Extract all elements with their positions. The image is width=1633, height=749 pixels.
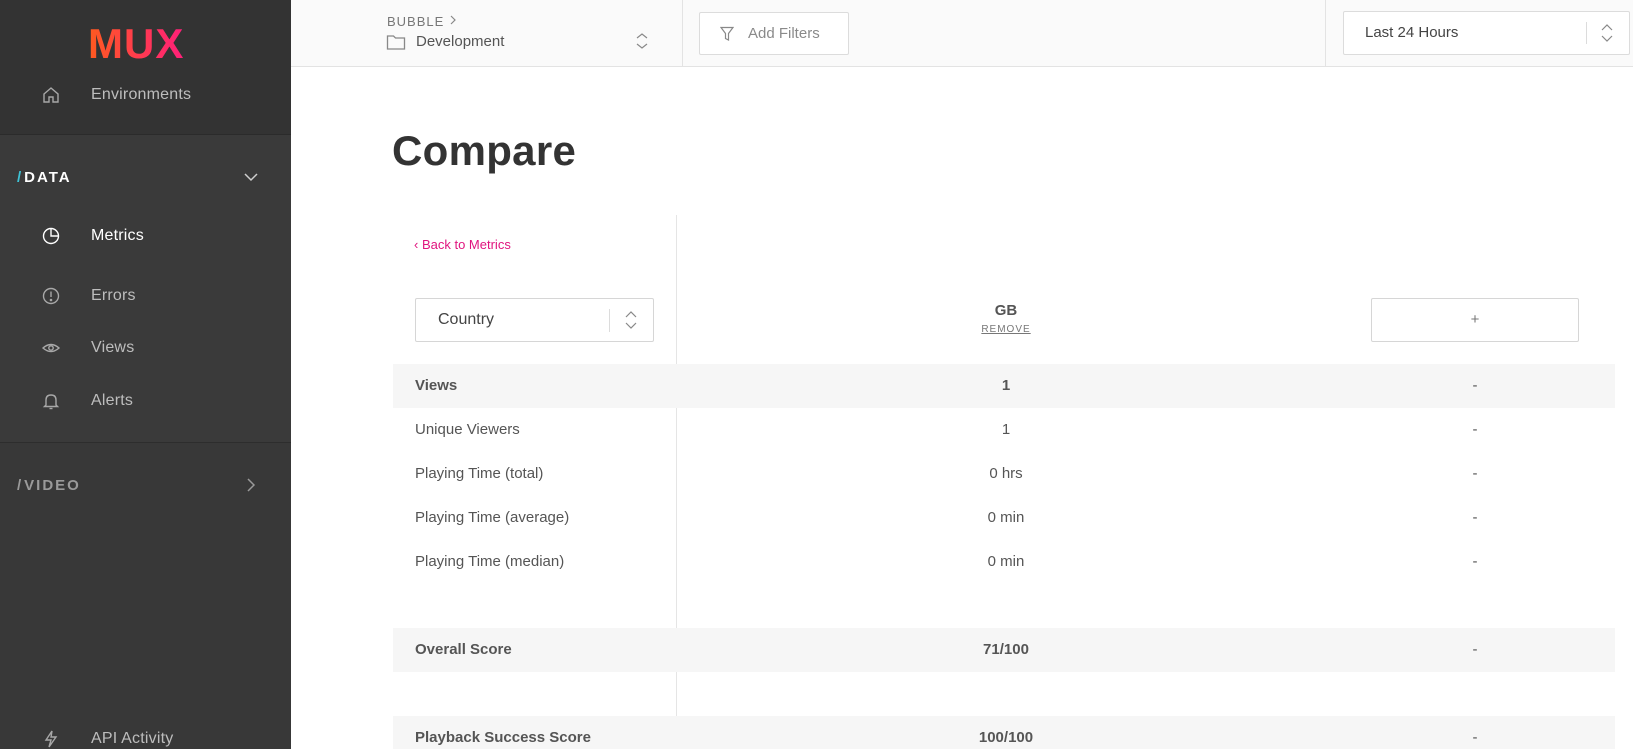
time-range-value: Last 24 Hours	[1365, 24, 1459, 41]
metric-label: Unique Viewers	[415, 421, 520, 438]
filter-icon	[720, 26, 734, 41]
folder-icon	[386, 35, 406, 50]
comparison-column-header: GB REMOVE	[906, 302, 1106, 337]
metric-label: Playing Time (median)	[415, 553, 565, 570]
metric-row-playing-time-average: Playing Time (average) 0 min -	[393, 496, 1615, 540]
organization-name: BUBBLE	[387, 14, 445, 29]
time-range-wrapper: Last 24 Hours	[1325, 0, 1633, 66]
metric-row-overall-score: Overall Score 71/100 -	[393, 628, 1615, 672]
environment-switcher[interactable]: BUBBLE Development	[291, 0, 683, 66]
metric-label: Playing Time (total)	[415, 465, 544, 482]
metric-row-playback-success-score: Playback Success Score 100/100 -	[393, 716, 1615, 749]
sidebar-item-api-activity[interactable]: API Activity	[0, 719, 291, 749]
metric-value: 1	[1001, 421, 1011, 438]
sidebar: MUX Environments /DATA Metrics Errors Vi…	[0, 0, 291, 749]
chevron-up-down-icon	[625, 311, 637, 329]
environment-name: Development	[416, 33, 505, 50]
data-section-title: /DATA	[17, 168, 72, 186]
data-section-toggle[interactable]: /DATA	[0, 155, 291, 199]
metric-value: 0 hrs	[989, 465, 1023, 482]
data-section: /DATA Metrics Errors Views Alerts	[0, 135, 291, 443]
sidebar-item-label: Metrics	[91, 227, 144, 244]
metric-row-playing-time-median: Playing Time (median) 0 min -	[393, 540, 1615, 584]
chevron-right-icon	[247, 478, 256, 492]
sidebar-item-errors[interactable]: Errors	[0, 276, 291, 316]
metric-value: 0 min	[987, 553, 1025, 570]
remove-column-link[interactable]: REMOVE	[981, 324, 1030, 335]
metric-label: Overall Score	[415, 641, 512, 658]
sidebar-item-label: Environments	[91, 86, 192, 103]
chevron-up-down-icon	[636, 33, 648, 49]
metric-label: Playback Success Score	[415, 729, 591, 746]
eye-icon	[40, 337, 62, 359]
sidebar-item-label: Errors	[91, 287, 136, 304]
add-filters-label: Add Filters	[748, 25, 820, 42]
metric-value: 71/100	[983, 641, 1029, 658]
chevron-down-icon	[244, 173, 258, 182]
metric-empty-value: -	[1472, 729, 1478, 746]
sidebar-item-label: Views	[91, 339, 135, 356]
alert-circle-icon	[40, 285, 62, 307]
lightning-icon	[40, 728, 62, 749]
sidebar-item-label: API Activity	[91, 730, 174, 747]
video-section-toggle[interactable]: /VIDEO	[0, 463, 291, 507]
metric-empty-value: -	[1472, 553, 1478, 570]
dimension-select[interactable]: Country	[415, 298, 654, 342]
sidebar-item-alerts[interactable]: Alerts	[0, 381, 291, 421]
metric-empty-value: -	[1472, 377, 1478, 394]
mux-logo[interactable]: MUX	[88, 22, 200, 64]
chevron-right-icon	[450, 15, 456, 25]
bell-icon	[40, 390, 62, 412]
sidebar-item-environments[interactable]: Environments	[0, 75, 291, 115]
metric-value: 100/100	[978, 729, 1034, 746]
time-range-select[interactable]: Last 24 Hours	[1343, 11, 1630, 55]
add-filters-button[interactable]: Add Filters	[699, 12, 849, 55]
chevron-up-down-icon	[1601, 24, 1613, 42]
comparison-column-name: GB	[994, 302, 1018, 319]
metric-value: 0 min	[987, 509, 1025, 526]
home-icon	[40, 84, 62, 106]
metric-empty-value: -	[1472, 509, 1478, 526]
sidebar-item-views[interactable]: Views	[0, 328, 291, 368]
metric-value: 1	[1001, 377, 1011, 394]
add-column-button[interactable]: +	[1371, 298, 1579, 342]
metric-row-unique-viewers: Unique Viewers 1 -	[393, 408, 1615, 452]
video-section-title: /VIDEO	[17, 476, 81, 494]
svg-text:MUX: MUX	[88, 22, 184, 64]
chevron-left-icon: ‹	[414, 237, 419, 252]
metric-empty-value: -	[1472, 641, 1478, 658]
metric-row-playing-time-total: Playing Time (total) 0 hrs -	[393, 452, 1615, 496]
metric-label: Views	[415, 377, 458, 394]
top-bar: BUBBLE Development Add Filters Last 24 H…	[291, 0, 1633, 67]
metric-empty-value: -	[1472, 421, 1478, 438]
metric-row-views: Views 1 -	[393, 364, 1615, 408]
back-to-metrics-link[interactable]: ‹ Back to Metrics	[414, 237, 511, 252]
sidebar-item-label: Alerts	[91, 392, 134, 409]
select-separator	[609, 309, 610, 332]
pie-chart-icon	[40, 225, 62, 247]
sidebar-item-metrics[interactable]: Metrics	[0, 216, 291, 256]
dimension-value: Country	[438, 311, 495, 328]
metric-label: Playing Time (average)	[415, 509, 570, 526]
metric-empty-value: -	[1472, 465, 1478, 482]
select-separator	[1586, 22, 1587, 44]
page-title: Compare	[392, 127, 577, 174]
